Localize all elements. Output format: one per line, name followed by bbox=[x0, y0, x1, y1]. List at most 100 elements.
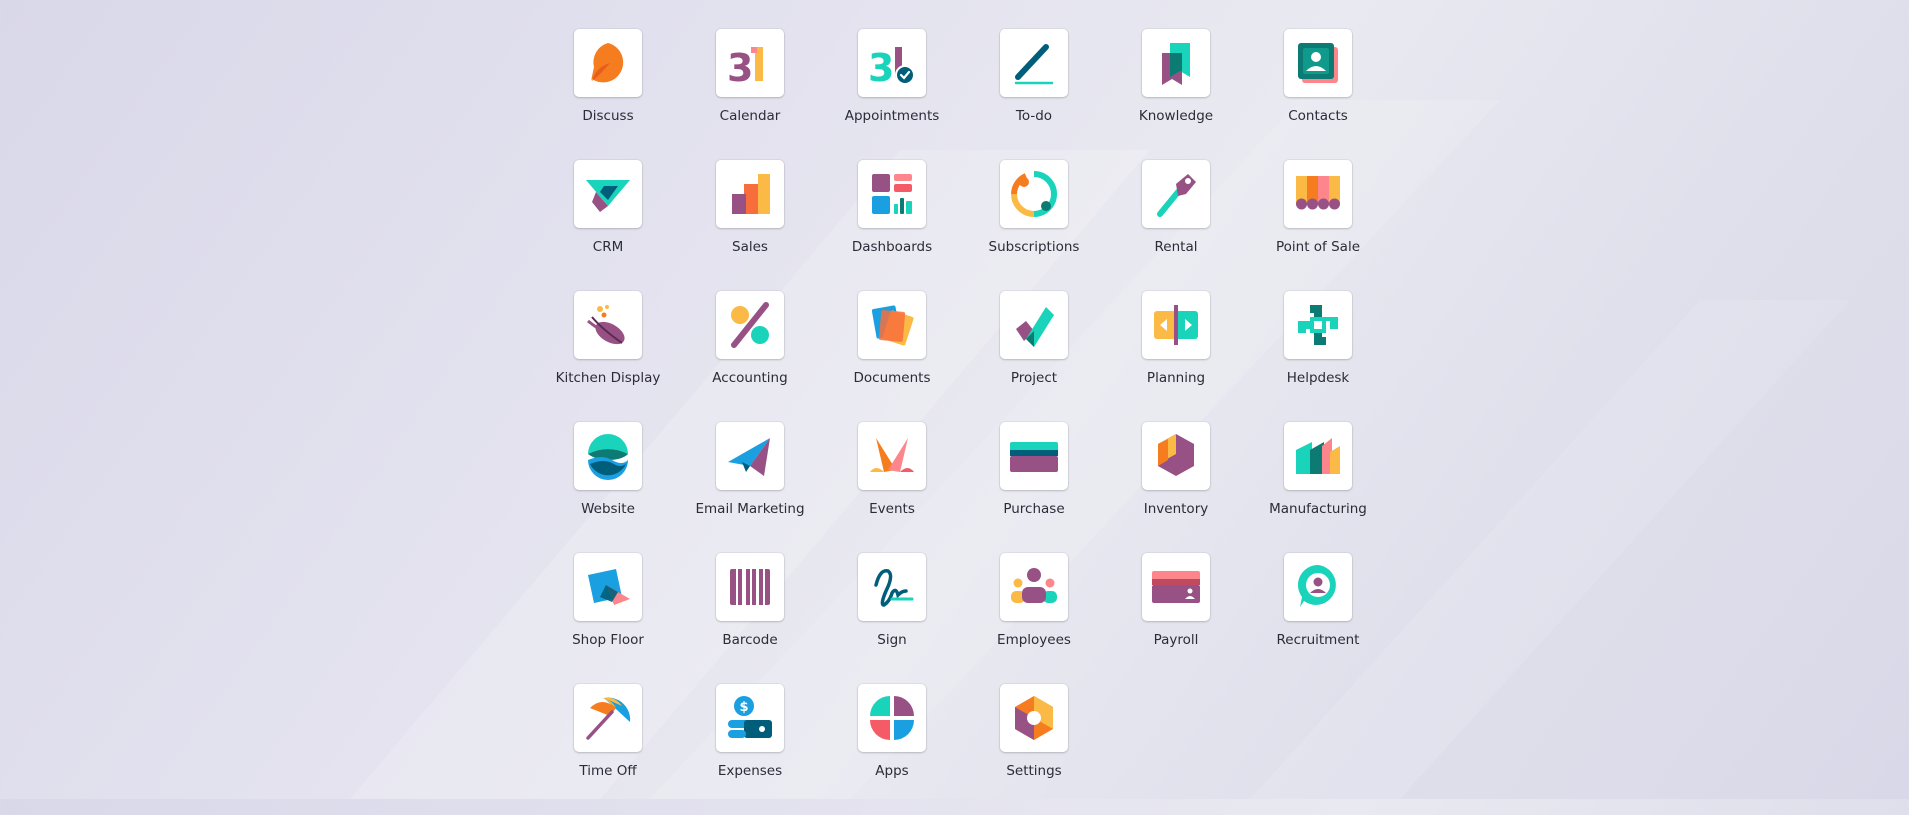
svg-text:3: 3 bbox=[868, 46, 894, 89]
app-tile[interactable] bbox=[574, 684, 642, 752]
app-tile[interactable] bbox=[574, 291, 642, 359]
app-tile[interactable] bbox=[858, 553, 926, 621]
app-settings[interactable]: Settings bbox=[963, 684, 1105, 815]
crm-icon bbox=[586, 180, 630, 212]
app-tile[interactable] bbox=[716, 160, 784, 228]
app-email-marketing[interactable]: Email Marketing bbox=[679, 422, 821, 553]
app-tile[interactable] bbox=[716, 422, 784, 490]
app-time-off[interactable]: Time Off bbox=[537, 684, 679, 815]
app-tile[interactable] bbox=[1284, 422, 1352, 490]
app-recruitment[interactable]: Recruitment bbox=[1247, 553, 1389, 684]
inventory-icon bbox=[1158, 434, 1194, 476]
app-tile[interactable] bbox=[858, 160, 926, 228]
app-events[interactable]: Events bbox=[821, 422, 963, 553]
app-tile[interactable] bbox=[1284, 29, 1352, 97]
app-inventory[interactable]: Inventory bbox=[1105, 422, 1247, 553]
app-documents[interactable]: Documents bbox=[821, 291, 963, 422]
app-tile[interactable] bbox=[1000, 422, 1068, 490]
app-calendar[interactable]: 3 Calendar bbox=[679, 29, 821, 160]
app-discuss[interactable]: Discuss bbox=[537, 29, 679, 160]
app-appointments[interactable]: 3 Appointments bbox=[821, 29, 963, 160]
subscriptions-icon bbox=[1011, 171, 1057, 217]
app-label: Events bbox=[869, 501, 915, 517]
purchase-icon bbox=[1010, 442, 1058, 472]
app-label: Accounting bbox=[712, 370, 788, 386]
employees-icon bbox=[1011, 568, 1057, 603]
app-tile[interactable] bbox=[574, 553, 642, 621]
app-label: Rental bbox=[1154, 239, 1198, 255]
app-tile[interactable] bbox=[1000, 29, 1068, 97]
app-tile[interactable] bbox=[1142, 291, 1210, 359]
todo-icon bbox=[1014, 44, 1054, 85]
contacts-icon bbox=[1298, 43, 1338, 83]
app-apps[interactable]: Apps bbox=[821, 684, 963, 815]
app-tile[interactable] bbox=[574, 422, 642, 490]
svg-text:$: $ bbox=[740, 700, 749, 715]
app-barcode[interactable]: Barcode bbox=[679, 553, 821, 684]
app-employees[interactable]: Employees bbox=[963, 553, 1105, 684]
app-point-of-sale[interactable]: Point of Sale bbox=[1247, 160, 1389, 291]
app-label: Kitchen Display bbox=[555, 370, 661, 386]
app-purchase[interactable]: Purchase bbox=[963, 422, 1105, 553]
app-contacts[interactable]: Contacts bbox=[1247, 29, 1389, 160]
dashboards-icon bbox=[872, 174, 912, 214]
app-planning[interactable]: Planning bbox=[1105, 291, 1247, 422]
app-label: Apps bbox=[875, 763, 909, 779]
app-label: Documents bbox=[853, 370, 931, 386]
app-label: Expenses bbox=[717, 763, 783, 779]
app-helpdesk[interactable]: Helpdesk bbox=[1247, 291, 1389, 422]
time-off-icon bbox=[586, 697, 631, 740]
app-tile[interactable] bbox=[1000, 160, 1068, 228]
app-tile[interactable] bbox=[716, 553, 784, 621]
app-tile[interactable] bbox=[1000, 684, 1068, 752]
accounting-icon bbox=[731, 302, 769, 348]
app-label: Calendar bbox=[719, 108, 781, 124]
app-shop-floor[interactable]: Shop Floor bbox=[537, 553, 679, 684]
app-tile[interactable] bbox=[1000, 553, 1068, 621]
app-tile[interactable] bbox=[716, 291, 784, 359]
app-dashboards[interactable]: Dashboards bbox=[821, 160, 963, 291]
app-label: Recruitment bbox=[1276, 632, 1360, 648]
sign-icon bbox=[874, 569, 914, 607]
app-tile[interactable] bbox=[1000, 291, 1068, 359]
appointments-icon: 3 bbox=[868, 46, 915, 89]
app-tile[interactable] bbox=[574, 160, 642, 228]
app-crm[interactable]: CRM bbox=[537, 160, 679, 291]
planning-icon bbox=[1154, 305, 1198, 345]
app-expenses[interactable]: $ Expenses bbox=[679, 684, 821, 815]
app-knowledge[interactable]: Knowledge bbox=[1105, 29, 1247, 160]
app-tile[interactable] bbox=[1142, 553, 1210, 621]
app-sales[interactable]: Sales bbox=[679, 160, 821, 291]
app-tile[interactable] bbox=[858, 684, 926, 752]
app-accounting[interactable]: Accounting bbox=[679, 291, 821, 422]
app-tile[interactable] bbox=[574, 29, 642, 97]
app-tile[interactable] bbox=[1142, 29, 1210, 97]
app-tile[interactable] bbox=[1142, 422, 1210, 490]
app-label: Barcode bbox=[722, 632, 778, 648]
app-todo[interactable]: To-do bbox=[963, 29, 1105, 160]
app-label: Planning bbox=[1146, 370, 1206, 386]
app-tile[interactable] bbox=[1142, 160, 1210, 228]
app-tile[interactable] bbox=[1284, 160, 1352, 228]
app-payroll[interactable]: Payroll bbox=[1105, 553, 1247, 684]
app-tile[interactable]: 3 bbox=[716, 29, 784, 97]
app-rental[interactable]: Rental bbox=[1105, 160, 1247, 291]
app-label: Contacts bbox=[1288, 108, 1348, 124]
expenses-icon: $ bbox=[728, 696, 772, 738]
app-project[interactable]: Project bbox=[963, 291, 1105, 422]
app-tile[interactable]: 3 bbox=[858, 29, 926, 97]
app-tile[interactable] bbox=[858, 422, 926, 490]
app-tile[interactable] bbox=[858, 291, 926, 359]
app-label: Subscriptions bbox=[988, 239, 1080, 255]
app-tile[interactable]: $ bbox=[716, 684, 784, 752]
app-label: Sign bbox=[877, 632, 907, 648]
app-tile[interactable] bbox=[1284, 291, 1352, 359]
app-manufacturing[interactable]: Manufacturing bbox=[1247, 422, 1389, 553]
shop-floor-icon bbox=[588, 569, 630, 605]
app-subscriptions[interactable]: Subscriptions bbox=[963, 160, 1105, 291]
app-kitchen-display[interactable]: Kitchen Display bbox=[537, 291, 679, 422]
settings-icon bbox=[1015, 696, 1053, 740]
app-website[interactable]: Website bbox=[537, 422, 679, 553]
app-tile[interactable] bbox=[1284, 553, 1352, 621]
app-sign[interactable]: Sign bbox=[821, 553, 963, 684]
